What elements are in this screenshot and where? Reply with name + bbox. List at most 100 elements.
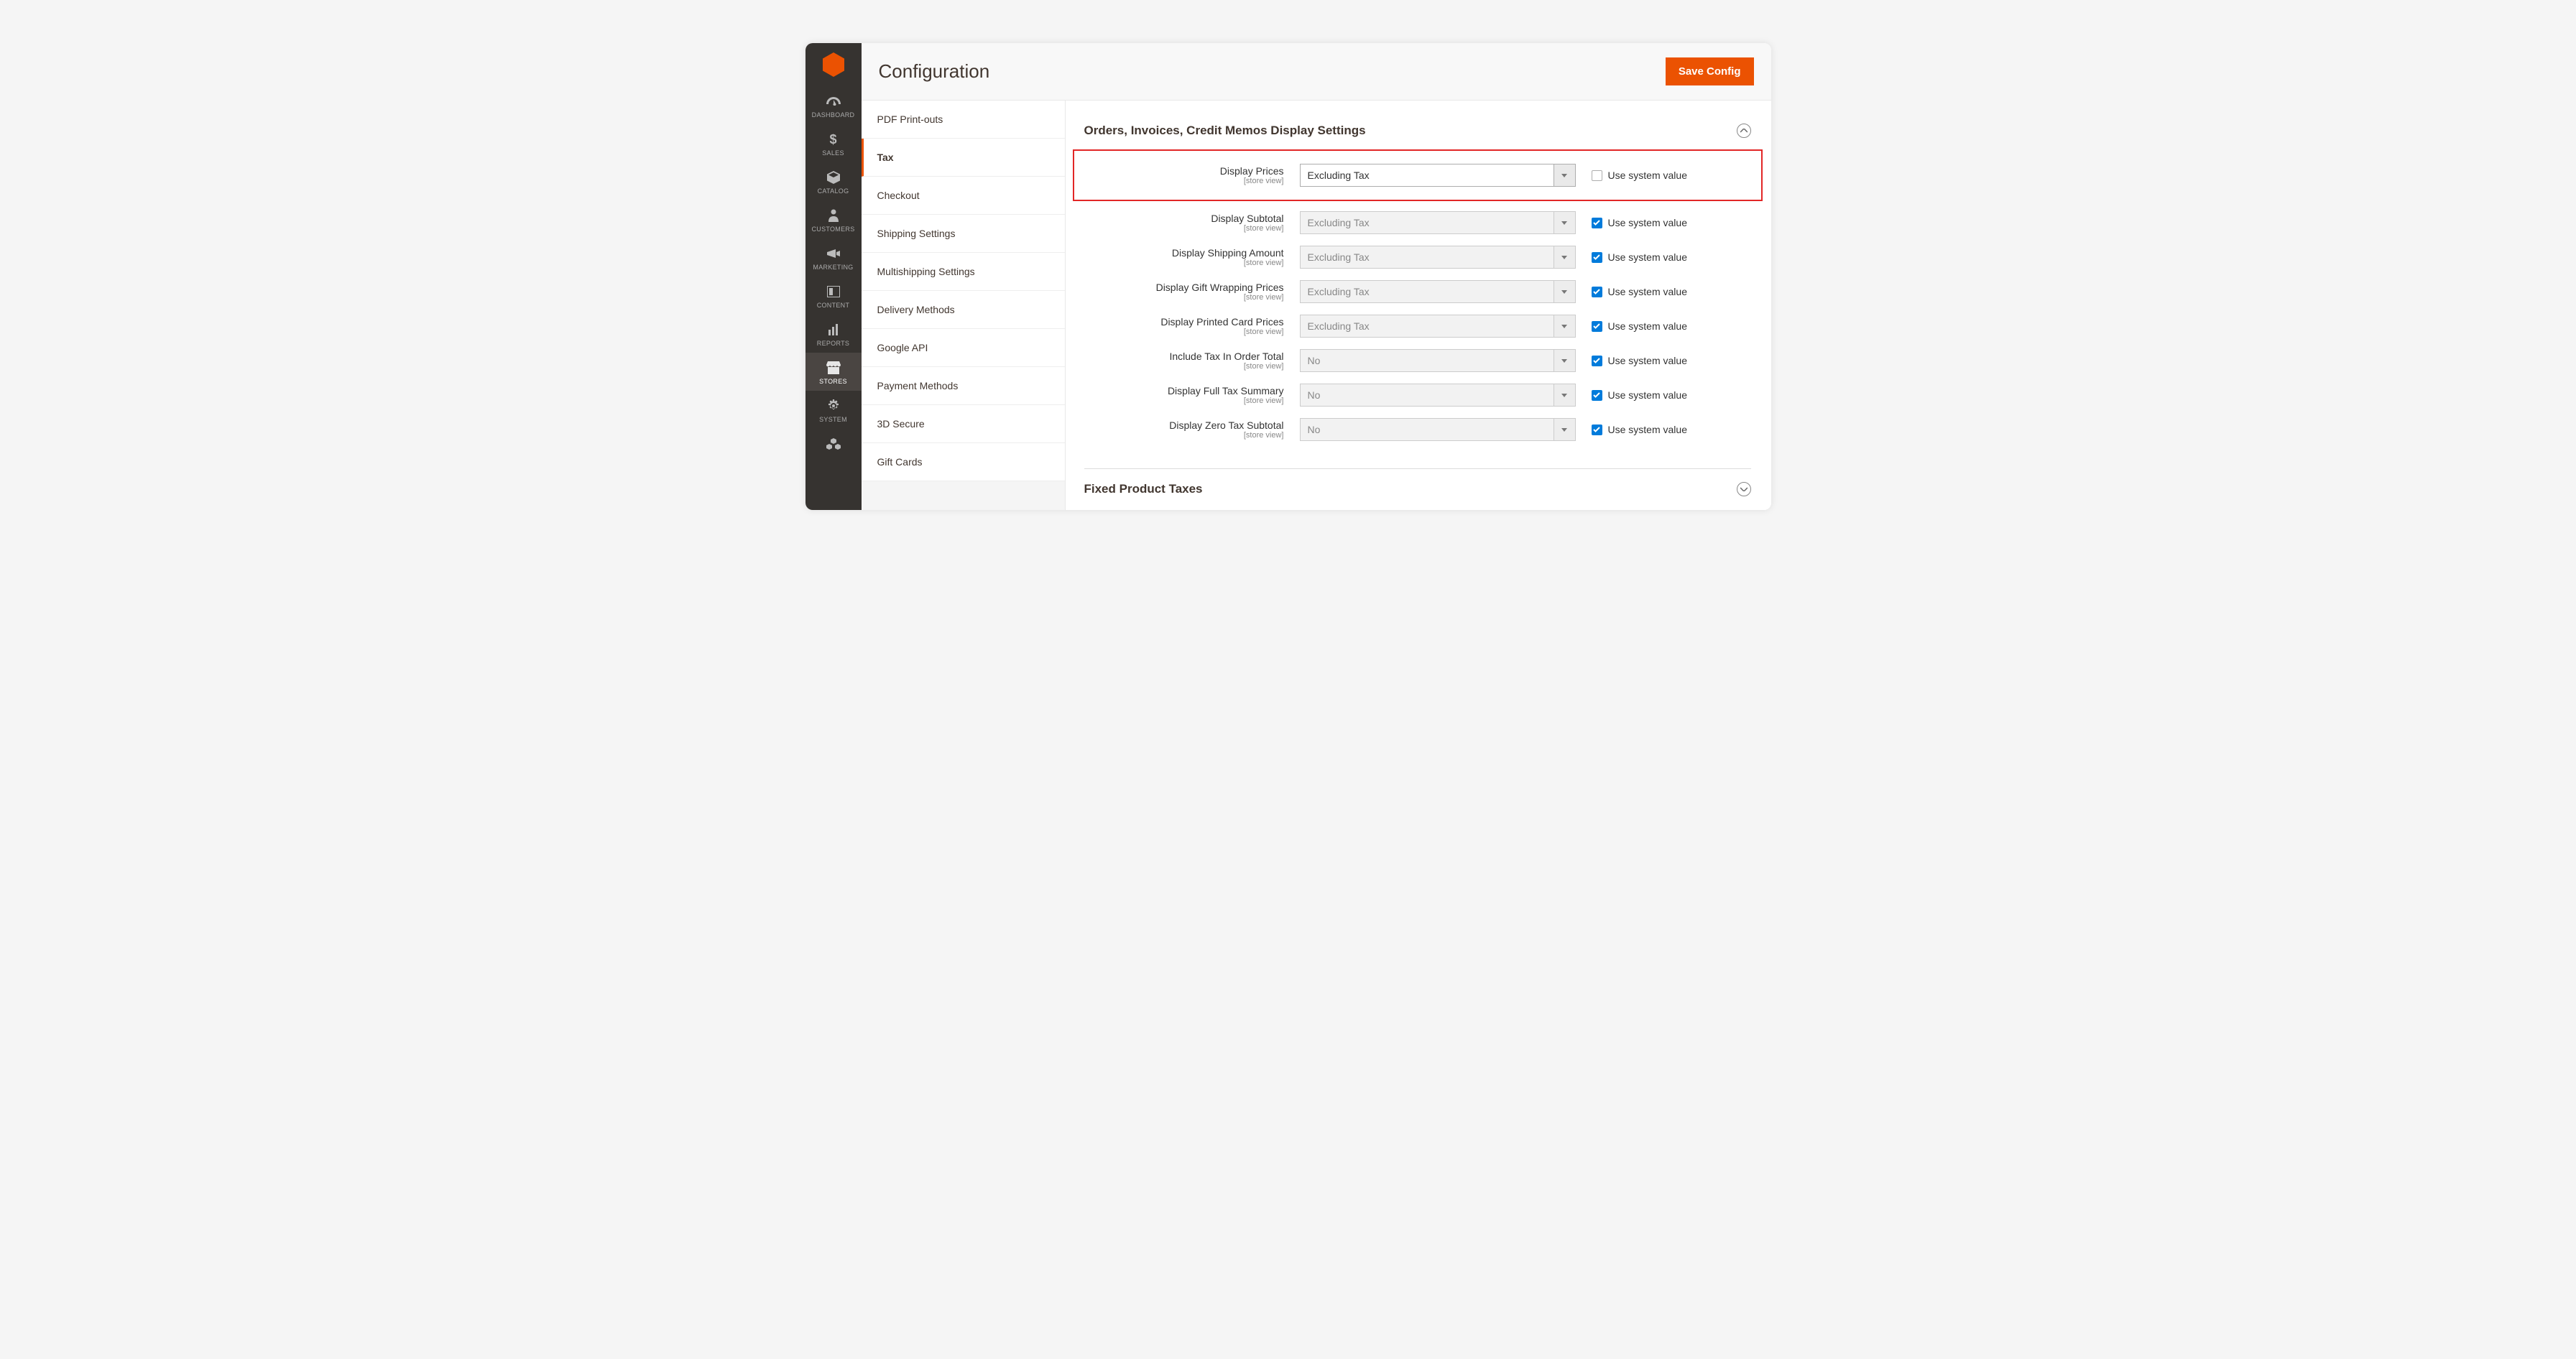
field-label-col: Display Full Tax Summary[store view] — [1084, 385, 1300, 405]
config-body: Orders, Invoices, Credit Memos Display S… — [1066, 101, 1771, 510]
field-scope: [store view] — [1084, 293, 1284, 302]
content: PDF Print-outsTaxCheckoutShipping Settin… — [862, 101, 1771, 510]
sidebar-item-system[interactable]: SYSTEM — [805, 391, 862, 429]
sidebar-item-label: DASHBOARD — [812, 111, 855, 119]
use-system-checkbox[interactable] — [1592, 356, 1602, 366]
gear-icon — [826, 398, 841, 414]
field-scope: [store view] — [1084, 224, 1284, 233]
use-system-checkbox[interactable] — [1592, 321, 1602, 332]
select-value: Excluding Tax — [1301, 281, 1554, 302]
field-input-col: Excluding Tax — [1300, 164, 1576, 187]
field-label-col: Display Prices[store view] — [1084, 165, 1300, 185]
field-check-col: Use system value — [1576, 320, 1687, 332]
megaphone-icon — [826, 246, 841, 261]
section-orders-invoices: Orders, Invoices, Credit Memos Display S… — [1084, 119, 1751, 454]
field-scope: [store view] — [1084, 396, 1284, 405]
magento-logo[interactable] — [805, 43, 862, 86]
field-check-col: Use system value — [1576, 251, 1687, 263]
field-row: Display Prices[store view]Excluding Tax U… — [1074, 151, 1761, 200]
field-label-col: Include Tax In Order Total[store view] — [1084, 351, 1300, 371]
field-input-col: Excluding Tax — [1300, 211, 1576, 234]
dollar-icon: $ — [826, 131, 841, 147]
use-system-checkbox[interactable] — [1592, 287, 1602, 297]
sidebar-item-label: CATALOG — [818, 187, 849, 195]
sidebar-item-customers[interactable]: CUSTOMERS — [805, 200, 862, 238]
config-nav-item[interactable]: Gift Cards — [862, 443, 1065, 481]
chevron-down-icon — [1554, 419, 1575, 440]
save-config-button[interactable]: Save Config — [1666, 57, 1754, 85]
chevron-down-icon — [1554, 281, 1575, 302]
select: No — [1300, 349, 1576, 372]
config-nav-item[interactable]: 3D Secure — [862, 405, 1065, 443]
select-value: No — [1301, 384, 1554, 406]
store-icon — [826, 360, 841, 376]
section-fixed-product-taxes[interactable]: Fixed Product Taxes — [1084, 469, 1751, 496]
use-system-checkbox[interactable] — [1592, 390, 1602, 401]
config-nav-item[interactable]: Checkout — [862, 177, 1065, 215]
field-label-col: Display Printed Card Prices[store view] — [1084, 316, 1300, 336]
select: Excluding Tax — [1300, 246, 1576, 269]
use-system-checkbox[interactable] — [1592, 170, 1602, 181]
use-system-label: Use system value — [1608, 320, 1687, 332]
use-system-label: Use system value — [1608, 389, 1687, 401]
config-nav-item[interactable]: Multishipping Settings — [862, 253, 1065, 291]
sidebar-item-stores[interactable]: STORES — [805, 353, 862, 391]
select[interactable]: Excluding Tax — [1300, 164, 1576, 187]
box-icon — [826, 170, 841, 185]
use-system-label: Use system value — [1608, 424, 1687, 435]
select-value: Excluding Tax — [1301, 212, 1554, 233]
select: Excluding Tax — [1300, 315, 1576, 338]
field-label-col: Display Shipping Amount[store view] — [1084, 247, 1300, 267]
sidebar-item-reports[interactable]: REPORTS — [805, 315, 862, 353]
section-header[interactable]: Orders, Invoices, Credit Memos Display S… — [1084, 119, 1751, 151]
config-nav-item[interactable]: Shipping Settings — [862, 215, 1065, 253]
sidebar-item-label: CONTENT — [817, 302, 850, 309]
chevron-down-icon — [1554, 246, 1575, 268]
use-system-checkbox[interactable] — [1592, 252, 1602, 263]
sidebar-item-marketing[interactable]: MARKETING — [805, 238, 862, 277]
config-nav-item[interactable]: PDF Print-outs — [862, 101, 1065, 139]
field-row: Display Full Tax Summary[store view]No Us… — [1084, 378, 1751, 412]
sidebar-item-dashboard[interactable]: DASHBOARD — [805, 86, 862, 124]
use-system-label: Use system value — [1608, 217, 1687, 228]
page-header: Configuration Save Config — [862, 43, 1771, 101]
field-input-col: Excluding Tax — [1300, 315, 1576, 338]
field-input-col: No — [1300, 384, 1576, 407]
select: Excluding Tax — [1300, 280, 1576, 303]
field-label-col: Display Subtotal[store view] — [1084, 213, 1300, 233]
chevron-down-icon — [1554, 384, 1575, 406]
config-nav-item[interactable]: Google API — [862, 329, 1065, 367]
select: No — [1300, 418, 1576, 441]
use-system-checkbox[interactable] — [1592, 218, 1602, 228]
field-input-col: Excluding Tax — [1300, 280, 1576, 303]
sidebar-item-sales[interactable]: $ SALES — [805, 124, 862, 162]
field-input-col: Excluding Tax — [1300, 246, 1576, 269]
chevron-down-icon — [1554, 212, 1575, 233]
field-row: Display Zero Tax Subtotal[store view]NoU… — [1084, 412, 1751, 447]
field-scope: [store view] — [1084, 177, 1284, 185]
sidebar-item-partners[interactable] — [805, 429, 862, 460]
sidebar-item-content[interactable]: CONTENT — [805, 277, 862, 315]
select-value: No — [1301, 350, 1554, 371]
section-title: Orders, Invoices, Credit Memos Display S… — [1084, 124, 1366, 138]
field-label: Display Subtotal — [1084, 213, 1284, 224]
use-system-checkbox[interactable] — [1592, 425, 1602, 435]
bar-chart-icon — [826, 322, 841, 338]
config-nav-item[interactable]: Tax — [862, 139, 1065, 177]
use-system-label: Use system value — [1608, 355, 1687, 366]
field-row: Display Gift Wrapping Prices[store view]… — [1084, 274, 1751, 309]
chevron-down-icon — [1554, 315, 1575, 337]
field-check-col: Use system value — [1576, 424, 1687, 435]
field-scope: [store view] — [1084, 362, 1284, 371]
section-title: Fixed Product Taxes — [1084, 482, 1203, 496]
sidebar-item-label: REPORTS — [817, 340, 849, 347]
sidebar-item-label: SYSTEM — [819, 416, 847, 423]
chevron-down-icon — [1554, 350, 1575, 371]
field-label: Display Zero Tax Subtotal — [1084, 419, 1284, 431]
use-system-label: Use system value — [1608, 170, 1687, 181]
config-nav-item[interactable]: Delivery Methods — [862, 291, 1065, 329]
config-nav-item[interactable]: Payment Methods — [862, 367, 1065, 405]
sidebar-item-catalog[interactable]: CATALOG — [805, 162, 862, 200]
field-input-col: No — [1300, 349, 1576, 372]
field-check-col: Use system value — [1576, 286, 1687, 297]
